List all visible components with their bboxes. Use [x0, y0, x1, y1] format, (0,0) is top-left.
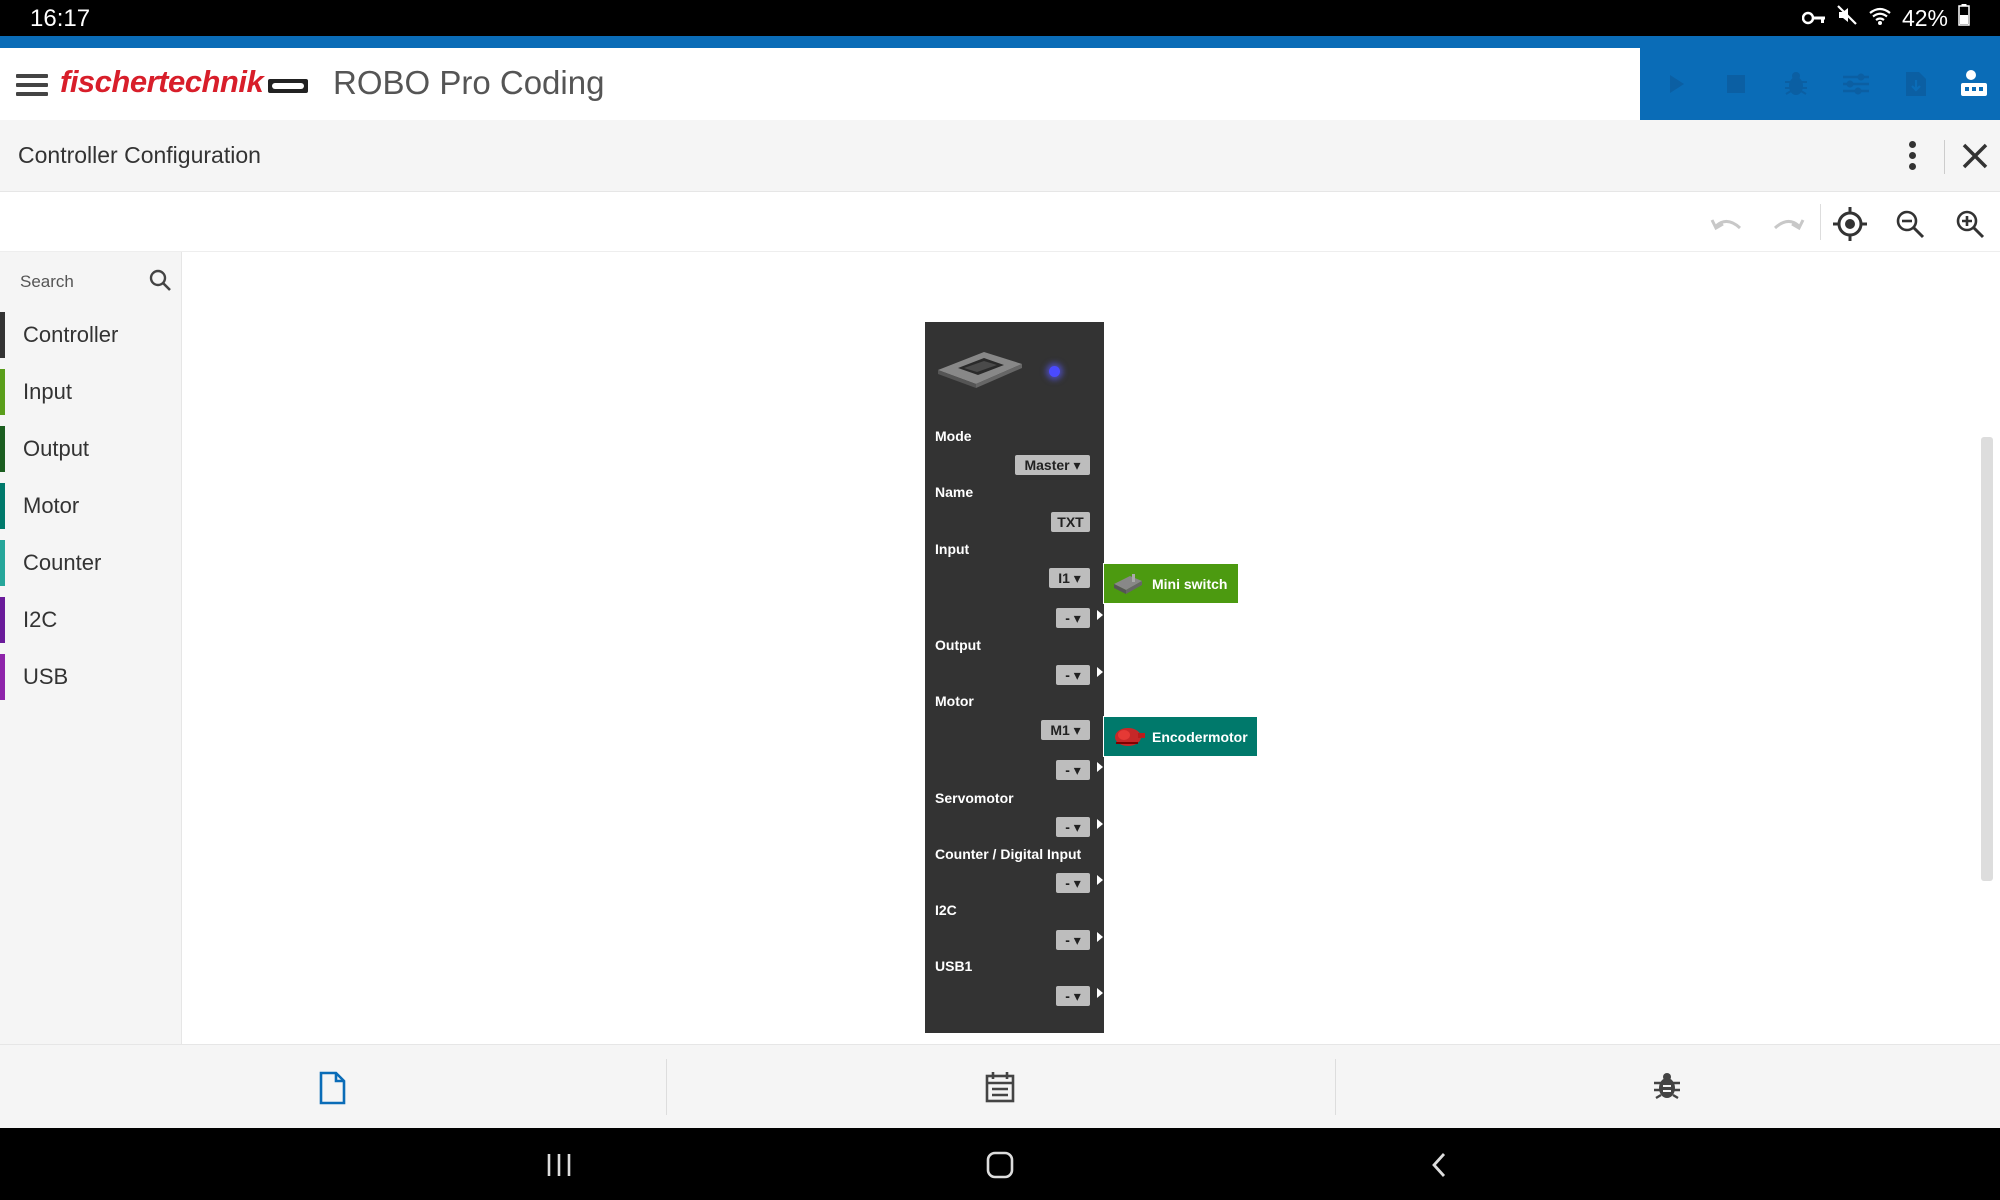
home-icon[interactable]: [985, 1150, 1015, 1180]
category-controller[interactable]: Controller: [0, 312, 182, 358]
mute-icon: [1836, 4, 1858, 32]
wifi-icon: [1868, 5, 1892, 32]
accent-strip: [0, 36, 2000, 48]
more-vert-icon[interactable]: [1902, 138, 1922, 174]
hamburger-menu-icon[interactable]: [16, 74, 48, 98]
connector-arrow: [1097, 819, 1103, 829]
name-field[interactable]: TXT: [1051, 512, 1090, 532]
download-file-icon[interactable]: [1900, 68, 1932, 100]
panel-title: Controller Configuration: [18, 142, 261, 168]
category-label: USB: [23, 664, 69, 689]
connector-arrow: [1097, 875, 1103, 885]
i2c-slot-1-dropdown[interactable]: - ▾: [1056, 930, 1090, 950]
category-label: Controller: [23, 322, 119, 347]
zoom-out-icon[interactable]: [1890, 204, 1930, 244]
bug-tab-icon[interactable]: [1652, 1071, 1684, 1103]
usb1-slot-1-dropdown[interactable]: - ▾: [1056, 986, 1090, 1006]
label-counter: Counter / Digital Input: [935, 846, 1082, 862]
label-input: Input: [935, 541, 970, 557]
motor-slot-1-dropdown[interactable]: M1 ▾: [1041, 720, 1090, 740]
close-icon[interactable]: [1955, 136, 1995, 176]
label-motor: Motor: [935, 693, 974, 709]
mini-switch-label: Mini switch: [1152, 576, 1228, 592]
mode-dropdown[interactable]: Master ▾: [1015, 455, 1090, 475]
encodermotor-label: Encodermotor: [1152, 729, 1248, 745]
block-category-sidebar: Search Controller Input Output Motor Cou…: [0, 252, 182, 1044]
status-time: 16:17: [30, 5, 91, 32]
search-icon[interactable]: [148, 268, 172, 292]
category-usb[interactable]: USB: [0, 654, 182, 700]
battery-icon: [1958, 4, 1970, 32]
motor-slot-2-dropdown[interactable]: - ▾: [1056, 760, 1090, 780]
mini-switch-block[interactable]: Mini switch: [1103, 563, 1239, 604]
toolbar-divider: [1820, 204, 1821, 240]
key-icon: [1801, 5, 1826, 32]
category-label: Counter: [23, 550, 102, 575]
controller-block[interactable]: Mode Master ▾ Name TXT Input I1 ▾ - ▾ Ou…: [925, 322, 1104, 1033]
brand-logo: fischertechnik: [60, 64, 264, 99]
category-label: Motor: [23, 493, 80, 518]
input-slot-1-dropdown[interactable]: I1 ▾: [1049, 568, 1090, 588]
label-usb1: USB1: [935, 958, 973, 974]
system-nav-bar: [0, 1128, 2000, 1200]
redo-icon[interactable]: [1768, 204, 1808, 244]
stop-icon[interactable]: [1720, 68, 1752, 100]
search-input[interactable]: Search: [20, 272, 74, 292]
header-divider: [1944, 140, 1945, 174]
zoom-in-icon[interactable]: [1950, 204, 1990, 244]
settings-sliders-icon[interactable]: [1840, 68, 1872, 100]
run-toolbar: [1640, 48, 2000, 120]
label-name: Name: [935, 484, 974, 500]
app-header: fischertechnik ROBO Pro Coding: [0, 48, 1640, 120]
encodermotor-block[interactable]: Encodermotor: [1103, 716, 1258, 757]
label-i2c: I2C: [935, 902, 957, 918]
file-tab-icon[interactable]: [317, 1071, 349, 1105]
counter-slot-1-dropdown[interactable]: - ▾: [1056, 873, 1090, 893]
back-icon[interactable]: [1425, 1150, 1455, 1180]
center-target-icon[interactable]: [1830, 204, 1870, 244]
debug-bug-icon[interactable]: [1780, 68, 1812, 100]
input-slot-2-dropdown[interactable]: - ▾: [1056, 608, 1090, 628]
label-mode: Mode: [935, 428, 972, 444]
connector-arrow: [1097, 988, 1103, 998]
category-output[interactable]: Output: [0, 426, 182, 472]
status-icons: 42%: [1801, 4, 1970, 32]
encodermotor-icon: [1112, 723, 1146, 754]
connector-arrow: [1097, 610, 1103, 620]
bottom-tab-bar: [0, 1044, 2000, 1128]
category-input[interactable]: Input: [0, 369, 182, 415]
mini-switch-icon: [1112, 572, 1144, 599]
undo-icon[interactable]: [1707, 204, 1747, 244]
controller-image: [934, 348, 1026, 388]
category-label: Input: [23, 379, 72, 404]
connector-arrow: [1097, 762, 1103, 772]
controller-connect-icon[interactable]: [1954, 68, 1994, 100]
play-icon[interactable]: [1660, 68, 1692, 100]
category-label: I2C: [23, 607, 58, 632]
category-label: Output: [23, 436, 90, 461]
connector-arrow: [1097, 667, 1103, 677]
output-slot-1-dropdown[interactable]: - ▾: [1056, 665, 1090, 685]
calendar-tab-icon[interactable]: [985, 1071, 1017, 1103]
label-output: Output: [935, 637, 981, 653]
brand-logo-badge: [268, 79, 308, 93]
category-motor[interactable]: Motor: [0, 483, 182, 529]
recent-apps-icon[interactable]: [544, 1150, 574, 1180]
app-title: ROBO Pro Coding: [333, 64, 605, 101]
battery-text: 42%: [1901, 4, 1948, 31]
label-servomotor: Servomotor: [935, 790, 1014, 806]
canvas-scrollbar[interactable]: [1981, 437, 1993, 881]
category-counter[interactable]: Counter: [0, 540, 182, 586]
canvas-toolbar: [0, 192, 2000, 252]
status-led: [1049, 366, 1060, 377]
tab-divider: [666, 1059, 667, 1115]
connector-arrow: [1097, 932, 1103, 942]
category-i2c[interactable]: I2C: [0, 597, 182, 643]
panel-header: Controller Configuration: [0, 120, 2000, 192]
servo-slot-1-dropdown[interactable]: - ▾: [1056, 817, 1090, 837]
status-bar: 16:17 42%: [0, 0, 2000, 36]
tab-divider: [1335, 1059, 1336, 1115]
